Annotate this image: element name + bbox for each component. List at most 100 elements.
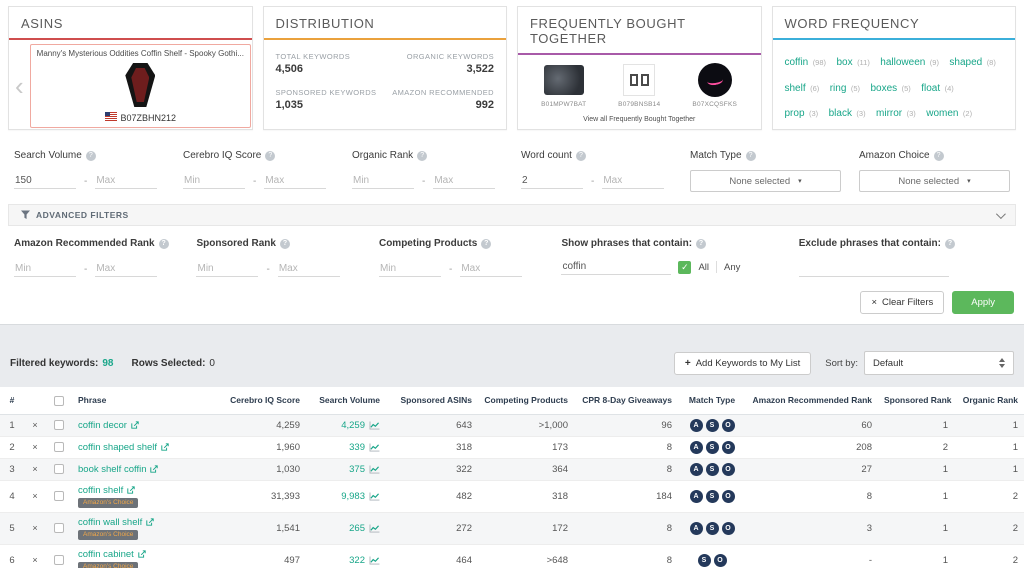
external-link-icon[interactable]: [127, 486, 135, 494]
trend-chart-icon[interactable]: [369, 421, 380, 430]
amazon-choice-select[interactable]: None selected ▾: [859, 170, 1010, 192]
organic-rank-min-input[interactable]: [352, 173, 414, 189]
include-all-label[interactable]: All: [698, 262, 709, 273]
include-any-label[interactable]: Any: [724, 262, 740, 273]
include-phrases-input[interactable]: [561, 259, 671, 275]
word-frequency-item[interactable]: ring (5): [830, 78, 860, 95]
word-frequency-item[interactable]: float (4): [921, 78, 954, 95]
advanced-filters-toggle[interactable]: ADVANCED FILTERS: [8, 204, 1016, 226]
help-icon[interactable]: ?: [945, 239, 955, 249]
fbt-product[interactable]: B07XCQSFKS: [677, 63, 752, 108]
col-cpr-giveaways[interactable]: CPR 8-Day Giveaways: [574, 387, 678, 414]
remove-keyword-button[interactable]: ×: [32, 491, 37, 501]
word-frequency-item[interactable]: small (2): [906, 129, 943, 130]
remove-keyword-button[interactable]: ×: [32, 464, 37, 474]
help-icon[interactable]: ?: [159, 239, 169, 249]
sponsored-rank-max-input[interactable]: [278, 261, 340, 277]
help-icon[interactable]: ?: [746, 151, 756, 161]
iq-score-min-input[interactable]: [183, 173, 245, 189]
word-frequency-item[interactable]: decorations (2): [785, 129, 850, 130]
col-phrase[interactable]: Phrase: [72, 387, 222, 414]
col-sponsored-asins[interactable]: Sponsored ASINs: [386, 387, 478, 414]
search-volume-link[interactable]: 375: [349, 464, 365, 475]
col-competing-products[interactable]: Competing Products: [478, 387, 574, 414]
organic-rank-max-input[interactable]: [433, 173, 495, 189]
col-sponsored-rank[interactable]: Sponsored Rank: [878, 387, 954, 414]
word-frequency-item[interactable]: women (2): [926, 103, 972, 120]
word-frequency-item[interactable]: boxes (5): [870, 78, 910, 95]
word-frequency-item[interactable]: table (2): [860, 129, 895, 130]
add-keywords-button[interactable]: + Add Keywords to My List: [674, 352, 811, 375]
competing-products-min-input[interactable]: [379, 261, 441, 277]
word-count-max-input[interactable]: [602, 173, 664, 189]
row-checkbox[interactable]: [54, 442, 64, 452]
word-frequency-item[interactable]: mirror (3): [876, 103, 916, 120]
match-type-select[interactable]: None selected ▾: [690, 170, 841, 192]
col-cerebro-iq[interactable]: Cerebro IQ Score: [222, 387, 306, 414]
include-all-checkbox[interactable]: ✓: [678, 261, 691, 274]
search-volume-min-input[interactable]: [14, 173, 76, 189]
row-checkbox[interactable]: [54, 420, 64, 430]
search-volume-link[interactable]: 265: [349, 523, 365, 534]
word-count-min-input[interactable]: [521, 173, 583, 189]
row-checkbox[interactable]: [54, 523, 64, 533]
search-volume-max-input[interactable]: [95, 173, 157, 189]
search-volume-link[interactable]: 9,983: [341, 491, 365, 502]
help-icon[interactable]: ?: [934, 151, 944, 161]
help-icon[interactable]: ?: [481, 239, 491, 249]
word-frequency-item[interactable]: mini (2): [953, 129, 985, 130]
help-icon[interactable]: ?: [576, 151, 586, 161]
help-icon[interactable]: ?: [696, 239, 706, 249]
sort-select[interactable]: Default: [864, 351, 1014, 375]
apply-button[interactable]: Apply: [952, 291, 1014, 314]
keyword-phrase-link[interactable]: book shelf coffin: [78, 464, 146, 475]
help-icon[interactable]: ?: [417, 151, 427, 161]
word-frequency-item[interactable]: prop (3): [785, 103, 819, 120]
word-frequency-item[interactable]: halloween (9): [880, 52, 939, 69]
help-icon[interactable]: ?: [86, 151, 96, 161]
search-volume-link[interactable]: 339: [349, 442, 365, 453]
exclude-phrases-input[interactable]: [799, 261, 949, 277]
word-frequency-item[interactable]: coffin (98): [785, 52, 827, 69]
trend-chart-icon[interactable]: [369, 556, 380, 565]
col-organic-rank[interactable]: Organic Rank: [954, 387, 1024, 414]
row-checkbox[interactable]: [54, 464, 64, 474]
word-frequency-item[interactable]: shaped (8): [949, 52, 995, 69]
external-link-icon[interactable]: [131, 421, 139, 429]
competing-products-max-input[interactable]: [460, 261, 522, 277]
search-volume-link[interactable]: 4,259: [341, 420, 365, 431]
view-all-fbt-link[interactable]: View all Frequently Bought Together: [518, 116, 761, 123]
select-all-checkbox[interactable]: [54, 396, 64, 406]
carousel-prev-button[interactable]: ‹: [11, 73, 28, 99]
arr-min-input[interactable]: [14, 261, 76, 277]
clear-filters-button[interactable]: × Clear Filters: [860, 291, 944, 314]
iq-score-max-input[interactable]: [264, 173, 326, 189]
word-frequency-item[interactable]: black (3): [829, 103, 866, 120]
word-frequency-item[interactable]: shelf (6): [785, 78, 820, 95]
keyword-phrase-link[interactable]: coffin shelf: [78, 485, 123, 496]
remove-keyword-button[interactable]: ×: [32, 523, 37, 533]
trend-chart-icon[interactable]: [369, 443, 380, 452]
arr-max-input[interactable]: [95, 261, 157, 277]
col-search-volume[interactable]: Search Volume: [306, 387, 386, 414]
collapse-chevron-icon[interactable]: [996, 209, 1006, 219]
col-amazon-recommended-rank[interactable]: Amazon Recommended Rank: [746, 387, 878, 414]
sponsored-rank-min-input[interactable]: [196, 261, 258, 277]
row-checkbox[interactable]: [54, 555, 64, 565]
help-icon[interactable]: ?: [265, 151, 275, 161]
external-link-icon[interactable]: [161, 443, 169, 451]
keyword-phrase-link[interactable]: coffin shaped shelf: [78, 442, 157, 453]
fbt-product[interactable]: B01MPW7BAT: [526, 63, 601, 108]
word-frequency-item[interactable]: box (11): [836, 52, 869, 69]
fbt-product[interactable]: B079BNSB14: [602, 63, 677, 108]
remove-keyword-button[interactable]: ×: [32, 420, 37, 430]
remove-keyword-button[interactable]: ×: [32, 442, 37, 452]
col-match-type[interactable]: Match Type: [678, 387, 746, 414]
trend-chart-icon[interactable]: [369, 492, 380, 501]
help-icon[interactable]: ?: [280, 239, 290, 249]
external-link-icon[interactable]: [138, 550, 146, 558]
asin-product-tile[interactable]: Manny's Mysterious Oddities Coffin Shelf…: [30, 44, 251, 128]
row-checkbox[interactable]: [54, 491, 64, 501]
search-volume-link[interactable]: 322: [349, 555, 365, 566]
keyword-phrase-link[interactable]: coffin cabinet: [78, 549, 134, 560]
